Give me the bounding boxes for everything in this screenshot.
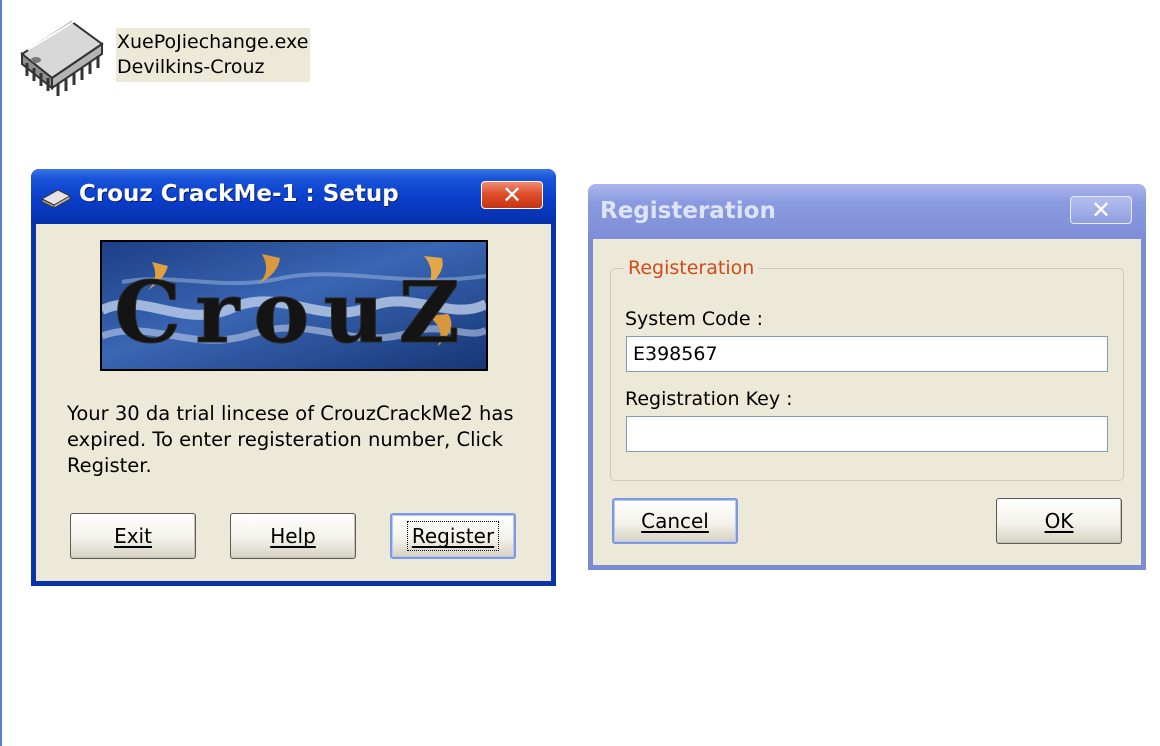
desktop-edge [0, 0, 2, 746]
registration-titlebar[interactable]: Registeration ✕ [588, 184, 1146, 239]
registration-title: Registeration [600, 198, 776, 224]
setup-title: Crouz CrackMe-1 : Setup [79, 181, 399, 207]
registration-key-label: Registration Key : [625, 388, 793, 410]
setup-client-area: CrouZ Your 30 da trial lincese of CrouzC… [36, 224, 551, 581]
setup-close-button[interactable]: ✕ [481, 181, 543, 209]
close-icon: ✕ [1090, 196, 1112, 224]
ok-button-label: OK [1044, 509, 1074, 533]
app-icon [40, 187, 72, 209]
system-code-field[interactable]: E398567 [626, 336, 1108, 372]
cancel-button-label: Cancel [641, 509, 709, 533]
crouz-banner: CrouZ [100, 240, 488, 371]
system-code-value: E398567 [633, 343, 718, 365]
help-button-label: Help [270, 524, 316, 548]
cancel-button[interactable]: Cancel [612, 498, 738, 544]
exit-button[interactable]: Exit [70, 513, 196, 559]
registration-window: Registeration ✕ Registeration System Cod… [588, 184, 1146, 570]
exit-button-label: Exit [114, 524, 152, 548]
file-name: XuePoJiechange.exe [117, 31, 309, 53]
system-code-label: System Code : [625, 308, 763, 330]
register-button[interactable]: Register [390, 513, 516, 559]
groupbox-label: Registeration [624, 256, 759, 280]
file-description: Devilkins-Crouz [117, 56, 265, 78]
registration-close-button[interactable]: ✕ [1070, 196, 1132, 224]
close-icon: ✕ [501, 181, 523, 209]
setup-titlebar[interactable]: Crouz CrackMe-1 : Setup ✕ [31, 169, 556, 224]
banner-text: CrouZ [114, 263, 474, 362]
help-button[interactable]: Help [230, 513, 356, 559]
ok-button[interactable]: OK [996, 498, 1122, 544]
setup-window: Crouz CrackMe-1 : Setup ✕ CrouZ Your 30 … [31, 169, 556, 586]
setup-message: Your 30 da trial lincese of CrouzCrackMe… [67, 402, 514, 477]
file-label[interactable]: XuePoJiechange.exe Devilkins-Crouz [116, 28, 311, 82]
chip-icon[interactable] [10, 16, 110, 100]
register-button-label: Register [406, 521, 500, 551]
registration-client-area: Registeration System Code : E398567 Regi… [593, 239, 1141, 565]
registration-key-field[interactable] [626, 416, 1108, 452]
